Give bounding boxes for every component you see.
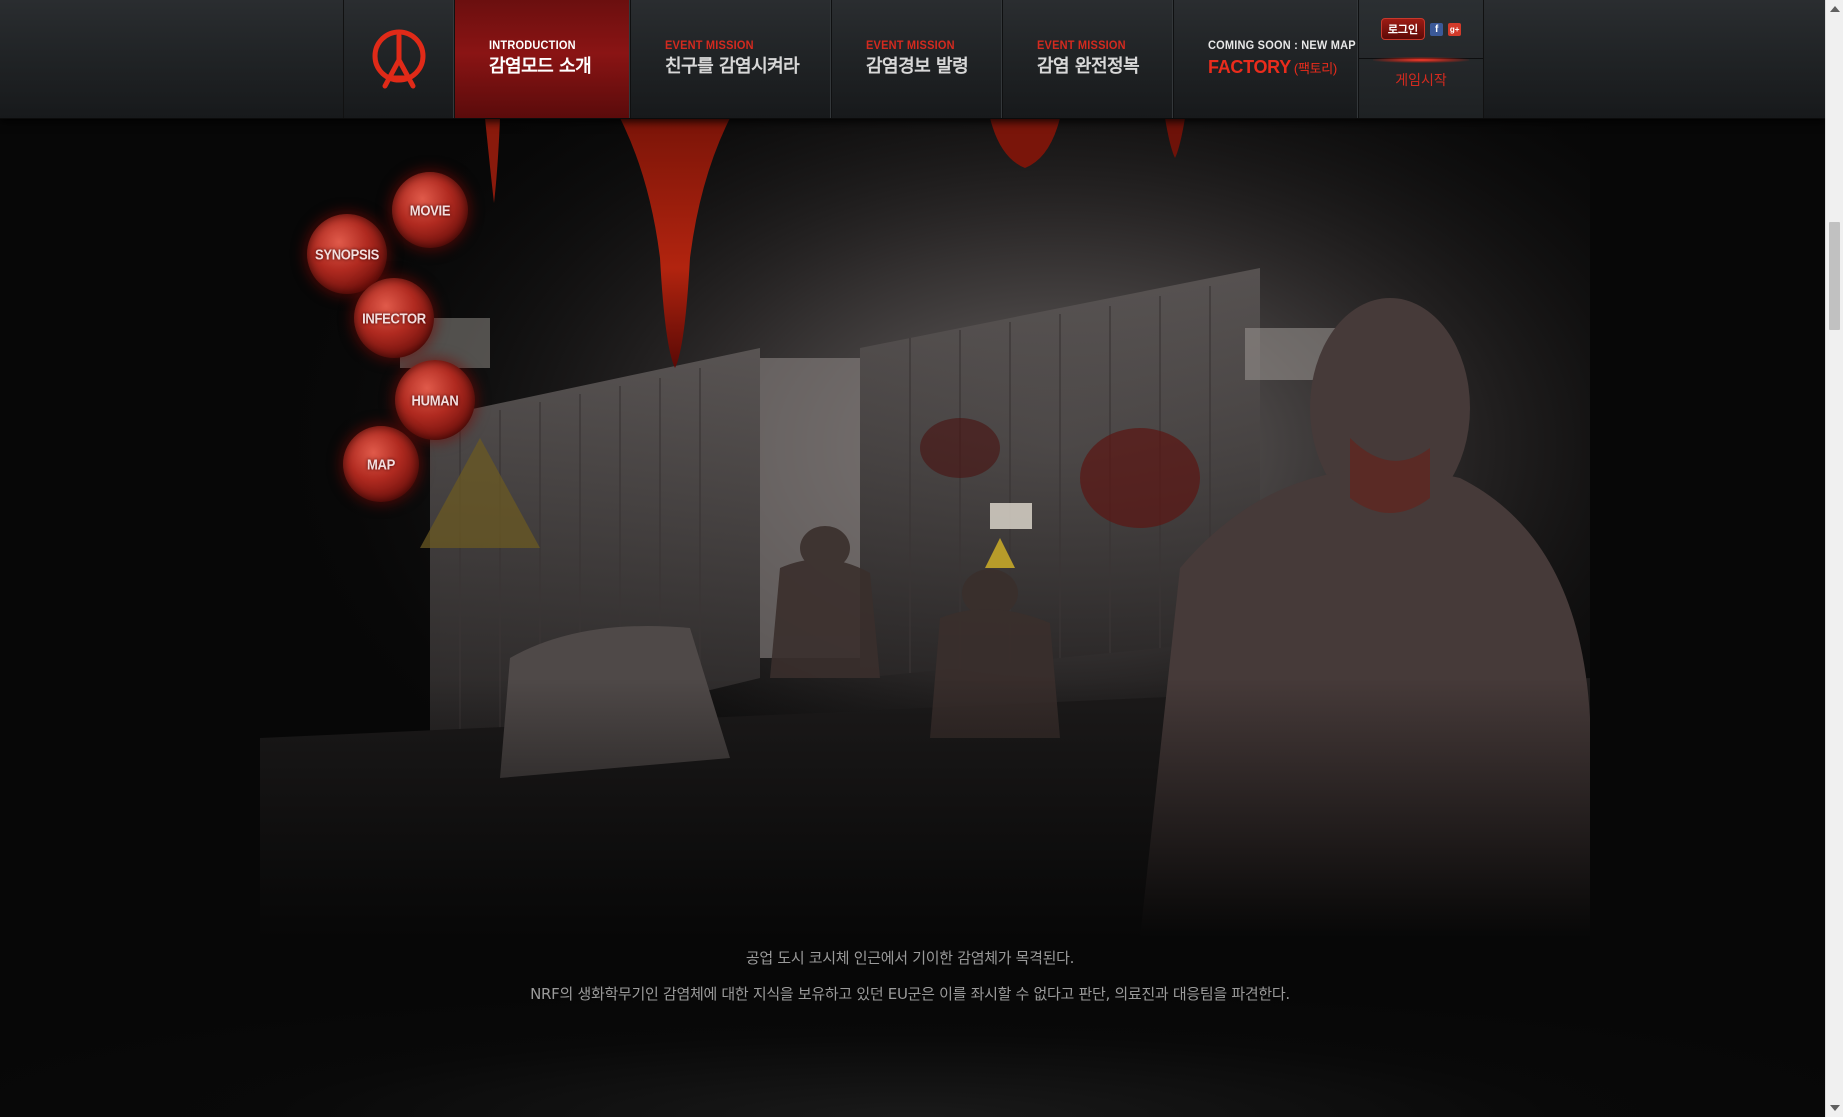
hero-scene (260, 118, 1590, 938)
intro-description: 공업 도시 코시체 인근에서 기이한 감염체가 목격된다. NRF의 생화학무기… (260, 940, 1560, 1012)
nav-tab-sub: INTRODUCTION (489, 39, 576, 53)
side-menu-map[interactable]: MAP (343, 426, 419, 502)
side-menu-infector[interactable]: INFECTOR (354, 278, 434, 358)
account-top: 로그인 f g+ (1359, 0, 1483, 59)
nav-tab-sub: EVENT MISSION (1037, 39, 1126, 53)
logo-icon (372, 29, 426, 89)
nav-tab-label: 감염경보 발령 (866, 56, 969, 77)
nav-tab-new-map[interactable]: COMING SOON : NEW MAP FACTORY (팩토리) (1174, 0, 1359, 118)
side-menu-label: MAP (367, 455, 395, 473)
side-menu-label: MOVIE (409, 201, 451, 219)
side-menu-human[interactable]: HUMAN (395, 360, 475, 440)
bottom-fog (0, 1000, 1826, 1117)
factory-label: FACTORY (1208, 57, 1291, 77)
description-line: NRF의 생화학무기인 감염체에 대한 지식을 보유하고 있던 EU군은 이를 … (530, 985, 1290, 1003)
nav-tab-label: 감염모드 소개 (489, 56, 592, 77)
nav-tab-sub: EVENT MISSION (866, 39, 955, 53)
logo[interactable] (344, 0, 455, 118)
side-menu-label: HUMAN (411, 391, 459, 409)
side-menu-label: SYNOPSIS (314, 245, 380, 263)
account-panel: 로그인 f g+ 게임시작 (1359, 0, 1484, 118)
side-menu-movie[interactable]: MOVIE (392, 172, 468, 248)
side-menu-label: INFECTOR (362, 309, 426, 327)
nav-tab-sub: COMING SOON : NEW MAP (1208, 39, 1356, 53)
scroll-thumb[interactable] (1829, 222, 1840, 330)
nav-tab-introduction[interactable]: INTRODUCTION 감염모드 소개 (455, 0, 631, 118)
description-line: 공업 도시 코시체 인근에서 기이한 감염체가 목격된다. (745, 949, 1075, 967)
nav-tab-infection-alert[interactable]: EVENT MISSION 감염경보 발령 (832, 0, 1003, 118)
facebook-icon[interactable]: f (1430, 22, 1444, 36)
vertical-scrollbar[interactable] (1825, 0, 1843, 1117)
factory-label-kr: (팩토리) (1293, 61, 1337, 76)
google-plus-icon[interactable]: g+ (1448, 22, 1462, 36)
infected-yard-illustration (260, 118, 1590, 938)
nav-tab-infection-mastery[interactable]: EVENT MISSION 감염 완전정복 (1003, 0, 1174, 118)
nav-tab-label: FACTORY (팩토리) (1208, 57, 1358, 78)
nav-tab-sub: EVENT MISSION (665, 39, 754, 53)
login-button[interactable]: 로그인 (1380, 18, 1426, 40)
nav-tab-label: 감염 완전정복 (1037, 56, 1140, 77)
game-start-button[interactable]: 게임시작 (1359, 70, 1483, 90)
nav-tab-infect-friends[interactable]: EVENT MISSION 친구를 감염시켜라 (631, 0, 832, 118)
glow-divider (1373, 57, 1469, 63)
scroll-down-icon[interactable] (1830, 1105, 1840, 1111)
main-nav: INTRODUCTION 감염모드 소개 EVENT MISSION 친구를 감… (343, 0, 1484, 118)
nav-tab-label: 친구를 감염시켜라 (665, 56, 800, 77)
top-navigation-bar: INTRODUCTION 감염모드 소개 EVENT MISSION 친구를 감… (0, 0, 1826, 119)
scroll-up-icon[interactable] (1830, 6, 1840, 12)
